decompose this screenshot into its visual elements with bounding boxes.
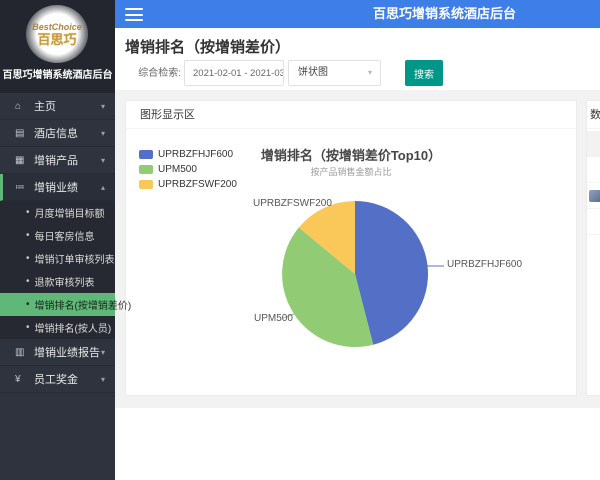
chart-type-selected-value: 饼状图 <box>298 67 328 78</box>
pie-slice-label: UPRBZFSWF200 <box>253 198 332 209</box>
data-panel-title: 数据显示区 <box>587 101 600 129</box>
sidebar-menu: ⌂ 主页 ▾ ▤ 酒店信息 ▾ ▦ 增销产品 ▾ ≔ 增销业绩 ▴ 月度增销目标… <box>0 93 131 393</box>
product-thumbnail <box>589 189 600 202</box>
sidebar-app-title: 百思巧增销系统酒店后台 <box>0 64 115 93</box>
chart-panel: 图形显示区 增销排名（按增销差价Top10） 按产品销售金额占比 UPRBZFH… <box>125 100 577 396</box>
sidebar-subitem-order-review-list[interactable]: 增销订单审核列表 <box>0 247 115 270</box>
table-row <box>587 183 600 209</box>
sidebar-item-hotel-info[interactable]: ▤ 酒店信息 ▾ <box>0 120 115 147</box>
date-range-input[interactable] <box>184 60 284 86</box>
performance-icon: ≔ <box>15 181 25 193</box>
chevron-down-icon: ▾ <box>100 155 105 165</box>
data-table-header <box>587 131 600 157</box>
pie-slice-label: UPRBZFHJF600 <box>447 259 523 270</box>
sidebar-subitem-ranking-by-staff[interactable]: 增销排名(按人员) <box>0 316 115 339</box>
logo-area: BestChoice 百思巧 <box>0 0 115 64</box>
chevron-down-icon: ▾ <box>100 347 105 357</box>
table-row <box>587 209 600 235</box>
top-header: 百思巧增销系统酒店后台 <box>115 0 600 28</box>
toolbar: 增销排名（按增销差价） 综合检索: 饼状图 ▾ 搜索 <box>115 28 600 90</box>
sidebar-item-upsell-products[interactable]: ▦ 增销产品 ▾ <box>0 147 115 174</box>
chart-area: 增销排名（按增销差价Top10） 按产品销售金额占比 UPRBZFHJF600 … <box>126 129 576 395</box>
sidebar-item-label: 增销业绩 <box>34 182 78 194</box>
chevron-up-icon: ▴ <box>100 182 105 192</box>
upsell-product-icon: ▦ <box>15 154 25 166</box>
sidebar: BestChoice 百思巧 百思巧增销系统酒店后台 ⌂ 主页 ▾ ▤ 酒店信息… <box>0 0 131 480</box>
sidebar-item-label: 增销产品 <box>34 155 78 167</box>
home-icon: ⌂ <box>15 100 22 112</box>
search-label: 综合检索: <box>138 68 181 79</box>
chevron-down-icon: ▾ <box>100 374 105 384</box>
chevron-down-icon: ▾ <box>100 101 105 111</box>
sidebar-subitem-refund-review-list[interactable]: 退款审核列表 <box>0 270 115 293</box>
app-root: BestChoice 百思巧 百思巧增销系统酒店后台 ⌂ 主页 ▾ ▤ 酒店信息… <box>0 0 600 480</box>
chevron-down-icon: ▾ <box>367 68 372 77</box>
sidebar-item-label: 主页 <box>34 101 56 113</box>
bonus-icon: ¥ <box>15 373 21 385</box>
sidebar-item-label: 员工奖金 <box>34 374 78 386</box>
sidebar-subitem-daily-room-info[interactable]: 每日客房信息 <box>0 224 115 247</box>
sidebar-subitem-monthly-target[interactable]: 月度增销目标额 <box>0 201 115 224</box>
hotel-info-icon: ▤ <box>15 127 25 139</box>
performance-submenu: 月度增销目标额 每日客房信息 增销订单审核列表 退款审核列表 增销排名(按增销差… <box>0 201 131 339</box>
hamburger-menu-icon[interactable] <box>125 8 143 21</box>
sidebar-item-performance-report[interactable]: ▥ 增销业绩报告 ▾ <box>0 339 115 366</box>
data-panel: 数据显示区 <box>586 100 600 396</box>
logo-cn-text: 百思巧 <box>37 31 77 47</box>
sidebar-item-label: 增销业绩报告 <box>34 347 100 359</box>
sidebar-subitem-ranking-by-margin[interactable]: 增销排名(按增销差价) <box>0 293 131 316</box>
sidebar-item-performance[interactable]: ≔ 增销业绩 ▴ <box>0 174 115 201</box>
chart-panel-title: 图形显示区 <box>126 101 576 129</box>
sidebar-item-label: 酒店信息 <box>34 128 78 140</box>
chevron-down-icon: ▾ <box>100 128 105 138</box>
chart-type-select[interactable]: 饼状图 ▾ <box>288 60 381 86</box>
content-area: 图形显示区 增销排名（按增销差价Top10） 按产品销售金额占比 UPRBZFH… <box>115 90 600 408</box>
pie-slice-label: UPM500 <box>254 313 293 324</box>
table-row <box>587 157 600 183</box>
sidebar-item-employee-bonus[interactable]: ¥ 员工奖金 ▾ <box>0 366 115 393</box>
logo-brand-text: BestChoice <box>32 21 82 32</box>
report-icon: ▥ <box>15 346 25 358</box>
page-title: 增销排名（按增销差价） <box>125 39 291 56</box>
brand-logo: BestChoice 百思巧 <box>26 5 88 63</box>
sidebar-item-home[interactable]: ⌂ 主页 ▾ <box>0 93 115 120</box>
header-title: 百思巧增销系统酒店后台 <box>373 6 517 21</box>
search-button[interactable]: 搜索 <box>405 60 443 86</box>
